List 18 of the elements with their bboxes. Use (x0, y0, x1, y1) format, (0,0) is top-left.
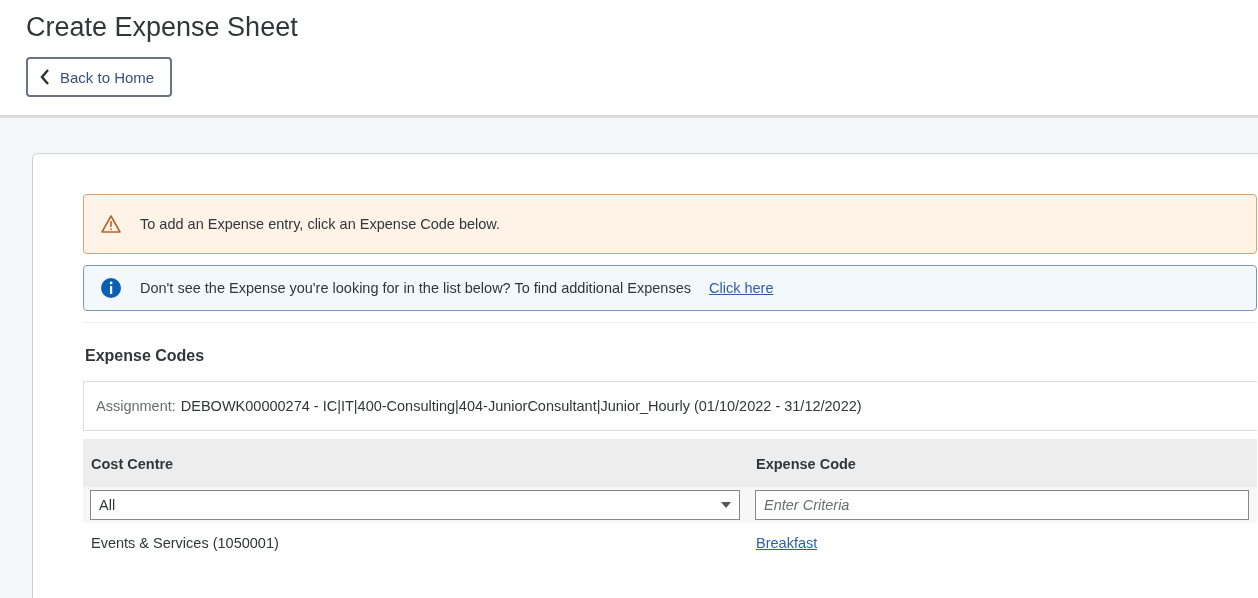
info-icon (100, 277, 122, 299)
column-header: Expense Code (748, 439, 1257, 487)
criteria-input[interactable]: Enter Criteria (755, 490, 1249, 520)
warning-icon (100, 214, 122, 234)
message-text: To add an Expense entry, click an Expense Code below. (140, 216, 501, 232)
click-here-link[interactable]: Click here (709, 280, 774, 296)
caret-icon (721, 502, 731, 508)
message-text: Don't see the Expense you're looking for in the list below? To find additional Expenses (140, 280, 691, 296)
assignment-value: DEBOWK00000274 - IC|IT|400-Consulting|404-JuniorConsultant|Junior_Hourly (01/10/2022 - 31/12/2022) (180, 398, 862, 414)
table-cell-text: Events & Services (1050001) (90, 534, 280, 553)
page-title: Create Expense Sheet (26, 12, 299, 43)
cost-centre-dropdown[interactable]: All (90, 490, 740, 520)
expense-code-link[interactable]: Breakfast (756, 535, 818, 551)
column-header: Cost Centre (83, 439, 748, 487)
chevron-left-icon (40, 68, 50, 86)
back-button[interactable]: Back to Home (26, 57, 173, 97)
assignment-label: Assignment: (96, 398, 176, 414)
section-title: Expense Codes (83, 322, 1257, 381)
